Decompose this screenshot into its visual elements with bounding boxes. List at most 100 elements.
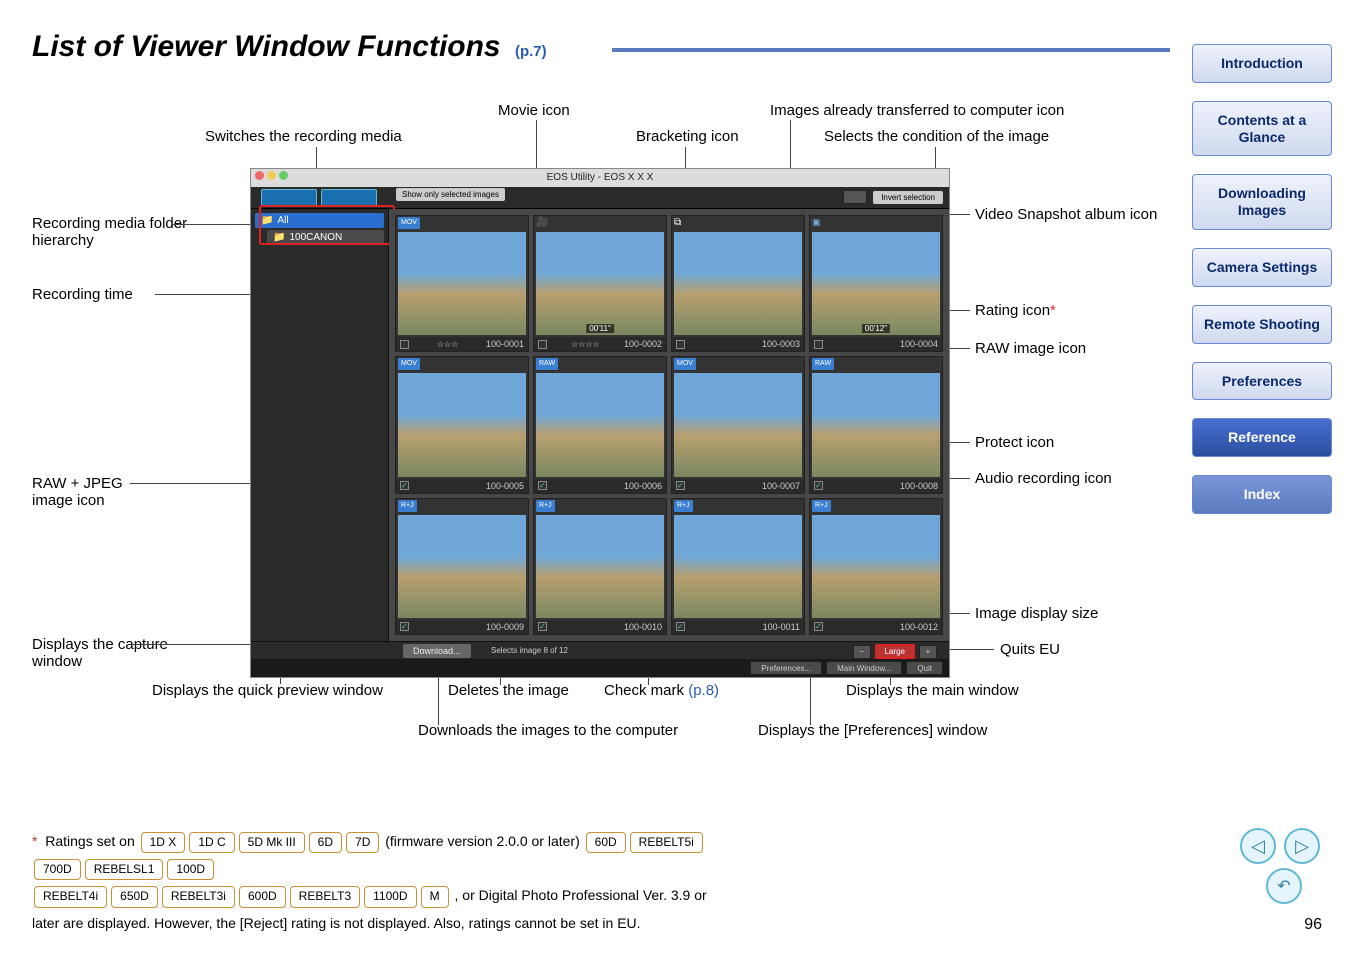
thumbnail[interactable]: ▣00'12"100-0004 [809, 215, 943, 352]
nav-index[interactable]: Index [1192, 475, 1332, 514]
title-rule [612, 48, 1170, 52]
check-mark[interactable] [676, 622, 685, 631]
thumbnail[interactable]: R+J100-0011 [671, 498, 805, 635]
recording-time: 00'11" [586, 324, 614, 333]
label-check-mark: Check mark (p.8) [604, 682, 719, 699]
image-type-badge: RAW [536, 358, 558, 370]
nav-remote-shooting[interactable]: Remote Shooting [1192, 305, 1332, 344]
thumbnail[interactable]: MOV 100-0005 [395, 356, 529, 493]
camera-chip: 650D [111, 886, 158, 907]
nav-downloading[interactable]: Downloading Images [1192, 174, 1332, 230]
camera-chip: 700D [34, 859, 81, 880]
nav-reference[interactable]: Reference [1192, 418, 1332, 457]
thumbnail[interactable]: R+J100-0012 [809, 498, 943, 635]
check-mark[interactable] [538, 622, 547, 631]
thumbnail-grid: MOV☆☆☆100-0001🎥00'11"☆☆☆☆100-0002⧉100-00… [389, 209, 949, 641]
bracketing-icon: ⧉ [674, 217, 681, 229]
show-only-selected-button[interactable]: Show only selected images [396, 188, 505, 201]
check-mark[interactable] [814, 481, 823, 490]
invert-selection-button[interactable]: Invert selection [873, 191, 943, 204]
image-type-badge: MOV [398, 358, 420, 370]
thumbnail[interactable]: RAW100-0008 [809, 356, 943, 493]
camera-chip: REBELT5i [630, 832, 703, 853]
camera-chip: REBELT4i [34, 886, 107, 907]
image-type-badge: R+J [674, 500, 693, 512]
image-name: 100-0008 [900, 481, 938, 491]
camera-chip: 100D [167, 859, 214, 880]
selection-info: Selects image 8 of 12 [491, 646, 568, 655]
nav-introduction[interactable]: Introduction [1192, 44, 1332, 83]
line [173, 224, 255, 225]
folder-tree[interactable]: 📁All 📁100CANON [251, 209, 389, 641]
nav-camera-settings[interactable]: Camera Settings [1192, 248, 1332, 287]
zoom-label[interactable]: Large [875, 644, 915, 659]
check-mark[interactable] [676, 481, 685, 490]
thumbnail[interactable]: R+J 100-0009 [395, 498, 529, 635]
label-movie-icon: Movie icon [498, 102, 570, 119]
check-mark[interactable] [400, 340, 409, 349]
thumbnail[interactable]: 🎥00'11"☆☆☆☆100-0002 [533, 215, 667, 352]
condition-selector[interactable] [843, 190, 867, 204]
camera-chip: REBELT3 [290, 886, 360, 907]
window-title: EOS Utility - EOS X X X [547, 172, 654, 183]
check-mark[interactable] [400, 622, 409, 631]
check-mark[interactable] [676, 340, 685, 349]
thumbnail[interactable]: MOV☆☆☆100-0001 [395, 215, 529, 352]
image-name: 100-0010 [624, 622, 662, 632]
prev-page-button[interactable]: ◁ [1240, 828, 1276, 864]
next-page-button[interactable]: ▷ [1284, 828, 1320, 864]
check-mark[interactable] [538, 340, 547, 349]
camera-chip: 1D C [189, 832, 234, 853]
video-snapshot-icon: ▣ [812, 217, 821, 229]
back-button[interactable]: ↶ [1266, 868, 1302, 904]
check-mark[interactable] [814, 622, 823, 631]
zoom-in-button[interactable]: + [919, 645, 937, 659]
label-quits: Quits EU [1000, 641, 1060, 658]
nav-preferences[interactable]: Preferences [1192, 362, 1332, 401]
thumbnail[interactable]: MOV100-0007 [671, 356, 805, 493]
camera-chip: 60D [586, 832, 626, 853]
check-mark[interactable] [538, 481, 547, 490]
label-audio: Audio recording icon [975, 470, 1112, 487]
image-type-badge: R+J [398, 500, 417, 512]
side-nav: Introduction Contents at a Glance Downlo… [1192, 44, 1332, 514]
label-transferred: Images already transferred to computer i… [770, 102, 1064, 119]
recording-time: 00'12" [862, 324, 890, 333]
check-mark[interactable] [400, 481, 409, 490]
camera-chip: 6D [309, 832, 342, 853]
label-bracketing: Bracketing icon [636, 128, 739, 145]
media-tab-1[interactable] [261, 189, 317, 207]
image-name: 100-0009 [486, 622, 524, 632]
zoom-out-button[interactable]: − [853, 645, 871, 659]
image-name: 100-0003 [762, 339, 800, 349]
media-tabs[interactable] [261, 189, 377, 207]
media-tab-2[interactable] [321, 189, 377, 207]
label-quick-preview: Displays the quick preview window [152, 682, 383, 699]
label-selects-cond: Selects the condition of the image [824, 128, 1049, 145]
viewer-toolbar: Show only selected images Invert selecti… [251, 187, 949, 209]
label-video-snap: Video Snapshot album icon [975, 206, 1175, 223]
image-name: 100-0012 [900, 622, 938, 632]
thumbnail[interactable]: R+J100-0010 [533, 498, 667, 635]
thumbnail[interactable]: ⧉ 100-0003 [671, 215, 805, 352]
check-mark-ref[interactable]: (p.8) [688, 682, 719, 699]
tree-child[interactable]: 📁100CANON [267, 230, 384, 245]
check-mark[interactable] [814, 340, 823, 349]
preferences-button[interactable]: Preferences... [750, 661, 822, 675]
camera-chip: 7D [346, 832, 379, 853]
nav-contents[interactable]: Contents at a Glance [1192, 101, 1332, 157]
rating-stars: ☆☆☆☆ [571, 340, 600, 349]
image-name: 100-0005 [486, 481, 524, 491]
label-rec-media: Recording media folder hierarchy [32, 215, 192, 249]
main-window-button[interactable]: Main Window... [826, 661, 902, 675]
quit-button[interactable]: Quit [906, 661, 943, 675]
rating-stars: ☆☆☆ [437, 340, 459, 349]
thumbnail[interactable]: RAW100-0006 [533, 356, 667, 493]
download-button[interactable]: Download... [403, 644, 471, 658]
tree-root[interactable]: 📁All [255, 213, 384, 228]
image-name: 100-0001 [486, 339, 524, 349]
zoom-controls: − Large + [853, 644, 937, 659]
label-prefs-window: Displays the [Preferences] window [758, 722, 987, 739]
page-title-ref[interactable]: (p.7) [515, 43, 547, 60]
line [133, 644, 263, 645]
